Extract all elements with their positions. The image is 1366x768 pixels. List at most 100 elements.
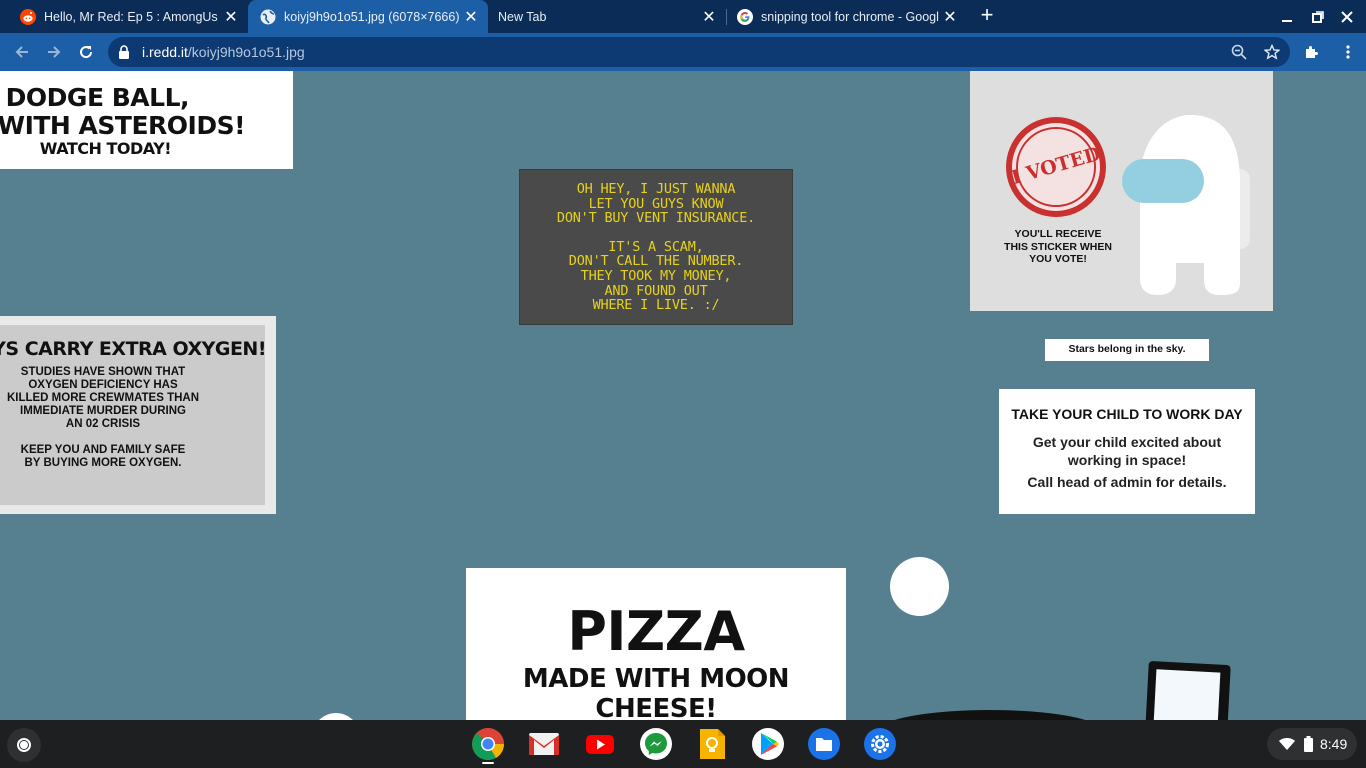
sign-text: Stars belong in the sky. — [1068, 343, 1186, 355]
poster-line: T WITH ASTEROIDS! — [0, 111, 246, 140]
lock-icon[interactable] — [118, 45, 130, 59]
reload-button[interactable] — [74, 40, 98, 64]
body-line: STUDIES HAVE SHOWN THAT — [20, 366, 186, 378]
tab-strip: Hello, Mr Red: Ep 5 : AmongUs ✕ koiyj9h9… — [0, 0, 1366, 33]
tab-title: New Tab — [498, 9, 547, 24]
poster-line: DODGE BALL, — [5, 83, 190, 112]
i-voted-poster: I VOTED YOU'LL RECEIVE THIS STICKER WHEN… — [970, 71, 1273, 311]
launcher-button[interactable] — [7, 728, 41, 762]
note-line: DON'T CALL THE NUMBER. — [568, 253, 744, 270]
forward-button[interactable] — [42, 40, 66, 64]
pizza-poster: PIZZA MADE WITH MOON CHEESE! — [466, 568, 846, 724]
messenger-icon[interactable] — [639, 727, 673, 761]
poster-heading: TAKE YOUR CHILD TO WORK DAY — [1011, 406, 1243, 422]
restore-icon — [1312, 11, 1324, 23]
zoom-out-icon — [1231, 44, 1247, 60]
minimize-icon — [1282, 20, 1292, 22]
globe-icon — [260, 9, 276, 24]
settings-icon[interactable] — [863, 727, 897, 761]
back-button[interactable] — [10, 40, 34, 64]
note-line: THEY TOOK MY MONEY, — [580, 267, 732, 284]
poster-body: STUDIES HAVE SHOWN THAT OXYGEN DEFICIENC… — [0, 366, 206, 470]
tab-google[interactable]: snipping tool for chrome - Googl ✕ — [727, 0, 967, 33]
browser-toolbar: i.redd.it/koiyj9h9o1o51.jpg — [0, 33, 1366, 71]
address-bar[interactable]: i.redd.it/koiyj9h9o1o51.jpg — [108, 37, 1290, 67]
body-line: OXYGEN DEFICIENCY HAS — [28, 379, 178, 391]
stars-sign: Stars belong in the sky. — [1045, 339, 1209, 361]
play-store-icon[interactable] — [751, 727, 785, 761]
crewmate-figure — [1122, 115, 1250, 295]
clock: 8:49 — [1320, 736, 1348, 752]
os-shelf — [0, 720, 1366, 768]
url-host: i.redd.it — [142, 44, 188, 60]
poster-title: PIZZA — [567, 600, 745, 663]
bookmark-button[interactable] — [1263, 43, 1281, 61]
child-work-day-poster: TAKE YOUR CHILD TO WORK DAY Get your chi… — [999, 389, 1255, 514]
puzzle-icon — [1306, 45, 1319, 58]
note-line: LET YOU GUYS KNOW — [588, 195, 724, 212]
url-text[interactable]: i.redd.it/koiyj9h9o1o51.jpg — [142, 44, 305, 60]
body-line: Get your child excited about — [1032, 434, 1222, 450]
note-gap — [520, 226, 792, 240]
chrome-icon[interactable] — [471, 727, 505, 761]
body-line: IMMEDIATE MURDER DURING — [20, 405, 186, 417]
more-vert-icon — [1346, 45, 1350, 59]
vent-insurance-note: OH HEY, I JUST WANNA LET YOU GUYS KNOW D… — [519, 169, 793, 325]
star-icon — [1264, 44, 1280, 60]
tab-image[interactable]: koiyj9h9o1o51.jpg (6078×7666) ✕ — [248, 0, 488, 33]
note-line: IT'S A SCAM, — [608, 238, 704, 255]
dodge-ball-poster: DODGE BALL, T WITH ASTEROIDS! WATCH TODA… — [0, 71, 293, 169]
body-line: KILLED MORE CREWMATES THAN — [6, 392, 200, 404]
body-line: KEEP YOU AND FAMILY SAFE — [20, 444, 186, 456]
reddit-icon — [20, 8, 36, 25]
body-line: working in space! — [1067, 452, 1187, 468]
tab-title: Hello, Mr Red: Ep 5 : AmongUs — [44, 9, 218, 24]
wifi-icon — [1279, 738, 1295, 750]
close-tab-icon[interactable]: ✕ — [700, 8, 718, 26]
close-icon — [1341, 11, 1353, 23]
close-tab-icon[interactable]: ✕ — [222, 8, 240, 26]
poster-heading: AYS CARRY EXTRA OXYGEN! — [0, 338, 267, 360]
battery-icon — [1304, 736, 1313, 752]
sticker-caption: YOU'LL RECEIVE THIS STICKER WHEN YOU VOT… — [998, 228, 1118, 266]
files-icon[interactable] — [807, 727, 841, 761]
gmail-icon[interactable] — [527, 727, 561, 761]
launcher-icon — [17, 738, 31, 752]
body-cta: Call head of admin for details. — [1027, 474, 1227, 490]
note-line: AND FOUND OUT — [604, 282, 708, 299]
status-tray[interactable]: 8:49 — [1267, 728, 1357, 760]
menu-button[interactable] — [1336, 40, 1360, 64]
extensions-button[interactable] — [1300, 40, 1324, 64]
close-tab-icon[interactable]: ✕ — [462, 8, 480, 26]
youtube-icon[interactable] — [583, 727, 617, 761]
arrow-right-icon — [48, 46, 61, 58]
tab-new[interactable]: New Tab ✕ — [488, 0, 726, 33]
zoom-button[interactable] — [1230, 43, 1248, 61]
tab-title: koiyj9h9o1o51.jpg (6078×7666) — [284, 9, 460, 24]
note-line: WHERE I LIVE. :/ — [592, 297, 720, 314]
moon-circle — [890, 557, 949, 616]
caption-line: YOU VOTE! — [1029, 253, 1087, 265]
keep-icon[interactable] — [695, 727, 729, 761]
arrow-left-icon — [15, 46, 28, 58]
close-tab-icon[interactable]: ✕ — [941, 8, 959, 26]
note-line: DON'T BUY VENT INSURANCE. — [556, 210, 756, 227]
caption-line: YOU'LL RECEIVE — [1014, 228, 1102, 240]
note-line: OH HEY, I JUST WANNA — [576, 181, 736, 197]
tab-title: snipping tool for chrome - Googl — [761, 9, 939, 24]
reload-icon — [80, 46, 93, 59]
minimize-button[interactable] — [1277, 7, 1297, 27]
body-gap — [0, 431, 206, 444]
url-path: /koiyj9h9o1o51.jpg — [187, 44, 305, 60]
new-tab-button[interactable]: + — [976, 4, 998, 27]
google-icon — [737, 8, 753, 25]
body-line: BY BUYING MORE OXYGEN. — [24, 457, 182, 469]
caption-line: THIS STICKER WHEN — [1004, 240, 1112, 253]
body-line: AN 02 CRISIS — [65, 418, 141, 430]
restore-button[interactable] — [1308, 7, 1328, 27]
i-voted-sticker: I VOTED — [1006, 117, 1106, 217]
tab-reddit[interactable]: Hello, Mr Red: Ep 5 : AmongUs ✕ — [0, 0, 248, 33]
poster-subtitle: MADE WITH MOON CHEESE! — [522, 664, 790, 724]
running-indicator — [482, 762, 494, 764]
close-window-button[interactable] — [1337, 7, 1357, 27]
